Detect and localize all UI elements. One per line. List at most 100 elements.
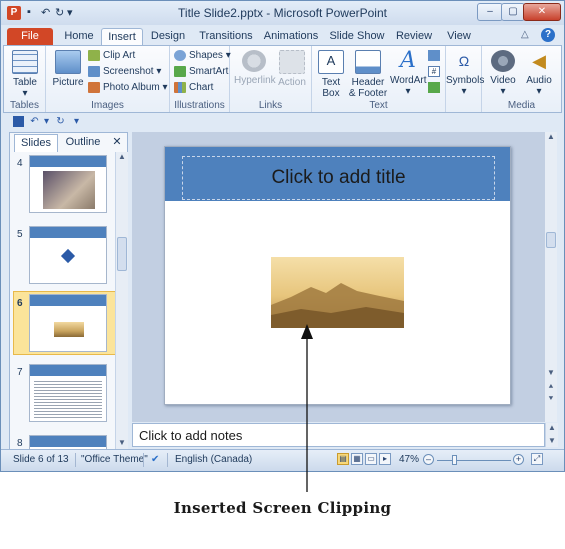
undo-icon[interactable]: ↶	[29, 116, 40, 127]
close-panel-icon[interactable]: ✕	[110, 134, 124, 151]
language[interactable]: English (Canada)	[175, 454, 252, 465]
table-button[interactable]: Table ▾	[10, 50, 40, 99]
zoom-out-icon[interactable]: –	[423, 454, 434, 465]
slide-thumbnail[interactable]	[29, 364, 107, 422]
tab-home[interactable]: Home	[59, 28, 99, 45]
save-icon[interactable]	[13, 116, 24, 127]
zoom-slider-thumb[interactable]	[452, 455, 458, 465]
mountain-clip-image	[54, 322, 84, 337]
slide-scrollbar[interactable]: ▲ ▼ ⯅ ⯆	[545, 132, 557, 422]
date-time-icon[interactable]	[428, 50, 440, 61]
tab-design[interactable]: Design	[147, 28, 189, 45]
picture-icon	[55, 50, 81, 74]
tab-view[interactable]: View	[443, 28, 475, 45]
tab-slide-show[interactable]: Slide Show	[329, 28, 385, 45]
shapes-icon	[174, 49, 186, 61]
scrollbar-thumb[interactable]	[117, 237, 127, 271]
picture-button[interactable]: Picture	[52, 50, 84, 88]
status-bar: Slide 6 of 13 "Office Theme" ✔ English (…	[1, 449, 564, 471]
help-icon[interactable]: ?	[541, 28, 555, 42]
smartart-label: SmartArt	[189, 66, 229, 77]
current-slide[interactable]: Click to add title	[164, 146, 511, 405]
group-symbols: Ω Symbols ▾	[446, 46, 484, 112]
screenshot-button[interactable]: Screenshot ▾	[88, 65, 161, 79]
group-label-images: Images	[91, 100, 124, 111]
symbols-button[interactable]: Ω Symbols ▾	[446, 50, 484, 97]
scroll-up-icon[interactable]: ▲	[546, 423, 558, 432]
shapes-button[interactable]: Shapes ▾	[174, 49, 231, 63]
fit-to-window-icon[interactable]: ⤢	[531, 453, 543, 465]
slide-thumbnail[interactable]	[29, 155, 107, 213]
chevron-down-icon: ▾	[536, 86, 542, 97]
scroll-up-icon[interactable]: ▲	[545, 132, 557, 141]
omega-icon: Ω	[458, 53, 470, 69]
text-box-button[interactable]: A Text Box	[316, 50, 346, 99]
customize-qat-icon[interactable]: ▾	[71, 116, 82, 127]
next-slide-icon[interactable]: ⯆	[545, 394, 557, 404]
zoom-slider-track[interactable]	[437, 460, 511, 461]
spell-check-icon[interactable]: ✔	[151, 454, 159, 465]
notes-pane[interactable]: Click to add notes	[132, 423, 545, 447]
scrollbar-thumb[interactable]	[546, 232, 556, 248]
slide-sorter-icon[interactable]: ▦	[351, 453, 363, 465]
slides-scrollbar[interactable]: ▲ ▼	[115, 152, 128, 449]
tab-slides[interactable]: Slides	[14, 134, 58, 152]
audio-button[interactable]: ◀ Audio ▾	[522, 50, 556, 97]
reading-view-icon[interactable]: ▭	[365, 453, 377, 465]
wordart-button[interactable]: A WordArt ▾	[390, 48, 427, 98]
chevron-down-icon[interactable]: ▾	[41, 116, 52, 127]
maximize-button[interactable]: ▢	[501, 3, 525, 21]
thumb-header	[30, 227, 106, 238]
object-icon[interactable]	[428, 82, 440, 93]
slide-show-icon[interactable]: ▸	[379, 453, 391, 465]
photo-album-button[interactable]: Photo Album ▾	[88, 81, 168, 95]
action-button[interactable]: Action	[276, 50, 308, 88]
slide-thumbnail[interactable]	[29, 435, 107, 449]
shapes-label: Shapes	[189, 50, 223, 61]
notes-placeholder[interactable]: Click to add notes	[139, 428, 242, 443]
slide-thumbnail-selected[interactable]	[29, 294, 107, 352]
scroll-down-icon[interactable]: ▼	[546, 436, 558, 445]
previous-slide-icon[interactable]: ⯅	[545, 382, 557, 392]
scroll-down-icon[interactable]: ▼	[545, 368, 557, 377]
normal-view-icon[interactable]: ▤	[337, 453, 349, 465]
title-placeholder[interactable]: Click to add title	[182, 156, 495, 200]
scroll-down-icon[interactable]: ▼	[116, 438, 128, 447]
tab-review[interactable]: Review	[395, 28, 433, 45]
wordart-icon: A	[400, 48, 416, 73]
chart-button[interactable]: Chart	[174, 81, 213, 95]
zoom-level[interactable]: 47%	[399, 454, 419, 465]
tab-outline[interactable]: Outline	[60, 134, 106, 151]
tab-insert[interactable]: Insert	[101, 28, 143, 46]
tab-transitions[interactable]: Transitions	[197, 28, 255, 45]
table-icon	[12, 50, 38, 74]
insert-ribbon: Table ▾ Tables Picture Clip Art Screensho…	[3, 45, 562, 113]
hyperlink-button[interactable]: Hyperlink	[234, 50, 276, 86]
zoom-in-icon[interactable]: +	[513, 454, 524, 465]
slide-thumbnail[interactable]	[29, 226, 107, 284]
thumb-number: 8	[17, 438, 23, 449]
video-label: Video	[490, 75, 516, 86]
header-footer-icon	[355, 50, 381, 74]
video-button[interactable]: Video ▾	[486, 50, 520, 97]
tab-file[interactable]: File	[7, 28, 53, 45]
header-footer-button[interactable]: Header & Footer	[348, 50, 388, 99]
clip-art-button[interactable]: Clip Art	[88, 49, 135, 63]
tab-animations[interactable]: Animations	[263, 28, 319, 45]
action-label: Action	[278, 77, 306, 88]
scroll-up-icon[interactable]: ▲	[116, 152, 128, 161]
redo-icon[interactable]: ↻	[55, 116, 66, 127]
slide-number-icon[interactable]: #	[428, 66, 440, 77]
clip-art-label: Clip Art	[103, 50, 136, 61]
minimize-button[interactable]: –	[477, 3, 503, 21]
notes-scrollbar[interactable]: ▲ ▼	[545, 423, 558, 447]
divider	[167, 453, 168, 467]
close-button[interactable]: ✕	[523, 3, 561, 21]
slide-thumbnail-list[interactable]: 4 5 6 7 8	[10, 152, 118, 449]
wordart-label: WordArt	[390, 75, 427, 86]
smartart-button[interactable]: SmartArt	[174, 65, 228, 79]
chart-label: Chart	[189, 82, 214, 93]
bedroom-photo	[43, 171, 95, 209]
screen-clipping-image[interactable]	[271, 257, 404, 328]
minimize-ribbon-icon[interactable]: △	[521, 29, 529, 40]
